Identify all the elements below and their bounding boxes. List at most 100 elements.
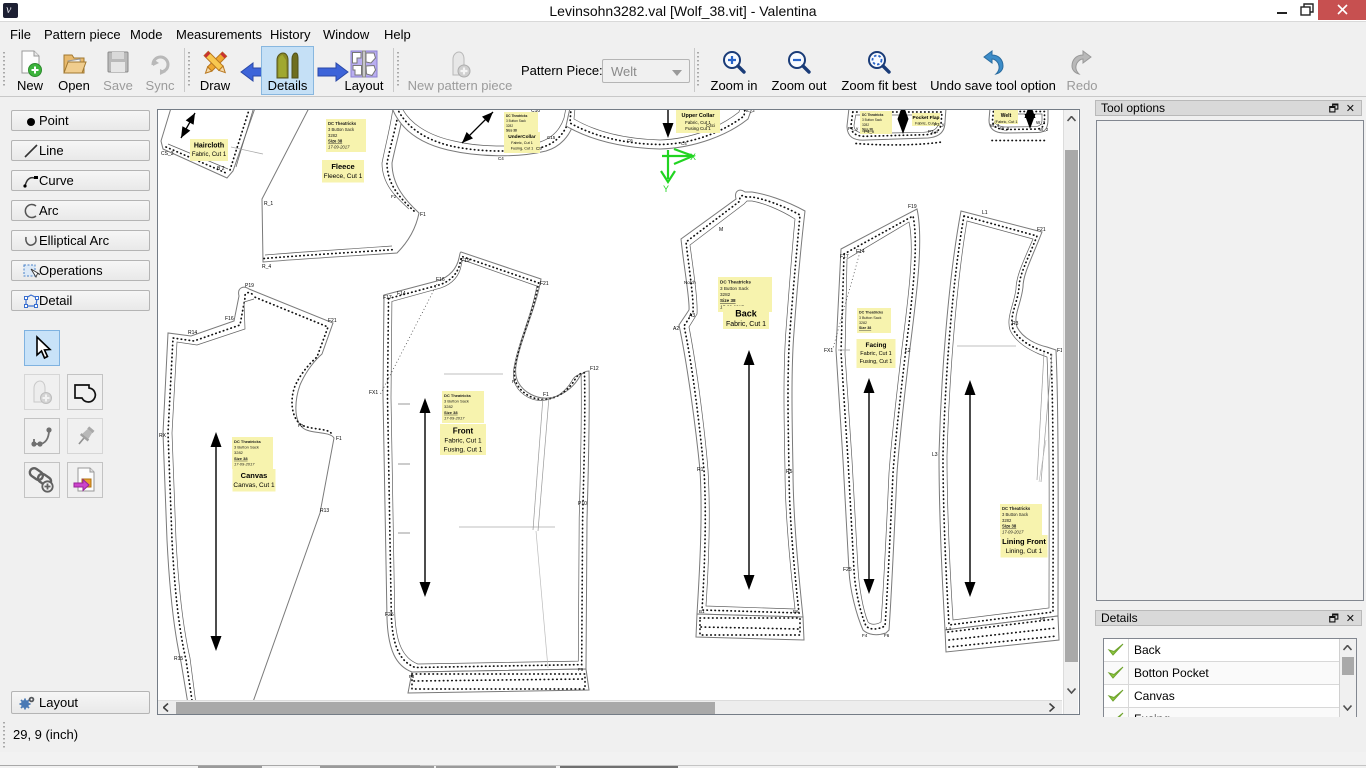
svg-text:Fabric, Cut 1: Fabric, Cut 1 <box>192 152 227 158</box>
svg-text:F21: F21 <box>1037 227 1046 233</box>
svg-text:DC Theatricks: DC Theatricks <box>720 280 751 285</box>
svg-text:M: M <box>719 227 723 233</box>
svg-text:DC Theatricks: DC Theatricks <box>506 114 528 118</box>
svg-text:17-09-2017: 17-09-2017 <box>234 461 255 466</box>
svg-text:Fabric, Cut 1: Fabric, Cut 1 <box>444 438 482 445</box>
svg-text:UnderCollar: UnderCollar <box>508 134 536 140</box>
svg-text:R_1: R_1 <box>264 201 273 207</box>
svg-text:17-09-2017: 17-09-2017 <box>444 415 465 420</box>
svg-text:F14: F14 <box>397 291 406 297</box>
svg-text:R1: R1 <box>697 467 704 473</box>
svg-text:Front: Front <box>453 427 474 436</box>
svg-text:F3: F3 <box>409 674 415 679</box>
svg-text:3 Button Sack: 3 Button Sack <box>720 286 749 291</box>
svg-text:B6: B6 <box>793 609 799 614</box>
svg-text:F4: F4 <box>862 633 868 638</box>
svg-text:F2: F2 <box>298 423 304 428</box>
svg-text:17-09-2017: 17-09-2017 <box>1002 529 1024 534</box>
svg-text:Welt: Welt <box>1001 113 1012 119</box>
svg-text:F2: F2 <box>391 194 397 199</box>
svg-text:Fusing, Cut 1: Fusing, Cut 1 <box>444 447 483 454</box>
svg-text:R15: R15 <box>174 656 183 662</box>
svg-text:F25: F25 <box>843 567 852 573</box>
svg-text:3282: 3282 <box>234 450 244 455</box>
svg-text:B 2: B 2 <box>217 166 225 172</box>
svg-text:F1: F1 <box>336 436 342 442</box>
svg-text:Size 38: Size 38 <box>328 139 343 144</box>
svg-text:F6: F6 <box>884 633 890 638</box>
svg-text:FX1: FX1 <box>369 390 378 396</box>
svg-text:DC Theatricks: DC Theatricks <box>328 121 357 126</box>
svg-text:3 Button Sack: 3 Button Sack <box>234 445 259 450</box>
svg-text:Fleece, Cut 1: Fleece, Cut 1 <box>324 173 363 180</box>
svg-text:F17: F17 <box>383 295 392 301</box>
svg-text:F19: F19 <box>461 258 470 264</box>
svg-text:W_4: W_4 <box>990 123 1000 128</box>
svg-text:Fleece: Fleece <box>331 162 354 171</box>
svg-text:3282: 3282 <box>444 404 454 409</box>
svg-text:Size 38: Size 38 <box>444 410 458 415</box>
svg-text:F16: F16 <box>225 316 234 322</box>
svg-text:F14: F14 <box>856 249 865 255</box>
svg-text:C9: C9 <box>536 146 542 151</box>
svg-text:F21: F21 <box>540 281 549 287</box>
svg-text:L2: L2 <box>905 348 911 354</box>
svg-text:Y: Y <box>663 184 669 194</box>
svg-text:3 Button Sack: 3 Button Sack <box>328 127 355 132</box>
svg-text:R13: R13 <box>320 508 329 514</box>
svg-text:3282: 3282 <box>506 124 513 128</box>
svg-text:Haircloth: Haircloth <box>194 143 224 150</box>
svg-text:3 Button Sack: 3 Button Sack <box>1002 512 1029 517</box>
svg-text:W_a: W_a <box>1000 126 1010 131</box>
svg-text:P19: P19 <box>245 283 254 289</box>
svg-text:C4: C4 <box>681 141 687 146</box>
svg-text:Size 38: Size 38 <box>859 326 871 330</box>
svg-text:3282: 3282 <box>862 123 869 127</box>
svg-text:Fabric, Cut 1: Fabric, Cut 1 <box>511 141 533 145</box>
svg-text:3282: 3282 <box>328 133 338 138</box>
svg-text:Back: Back <box>735 309 758 319</box>
svg-text:Canvas, Cut 1: Canvas, Cut 1 <box>233 482 275 489</box>
svg-text:A3: A3 <box>689 313 695 319</box>
svg-text:3282: 3282 <box>859 321 867 325</box>
svg-text:Upper Collar: Upper Collar <box>681 113 715 119</box>
svg-text:F16: F16 <box>436 277 445 283</box>
svg-text:W_2: W_2 <box>1039 127 1049 132</box>
svg-text:Fabric, Cut 1: Fabric, Cut 1 <box>860 351 891 357</box>
svg-text:F12: F12 <box>590 366 599 372</box>
svg-text:DC Theatricks: DC Theatricks <box>234 439 262 444</box>
svg-text:3 Button Sack: 3 Button Sack <box>506 119 526 123</box>
svg-text:DC Theatricks: DC Theatricks <box>1002 506 1031 511</box>
svg-text:L6: L6 <box>1040 616 1046 621</box>
svg-text:C10: C10 <box>531 110 540 114</box>
svg-text:L3: L3 <box>932 452 938 458</box>
svg-text:C4ci: C4ci <box>706 123 715 128</box>
svg-text:C6: C6 <box>627 138 633 143</box>
svg-text:F1: F1 <box>543 392 549 398</box>
svg-text:Lining, Cut 1: Lining, Cut 1 <box>1006 548 1043 555</box>
svg-text:RX: RX <box>159 433 167 439</box>
svg-text:A2: A2 <box>673 326 679 332</box>
svg-text:X: X <box>690 152 696 162</box>
svg-text:R_4: R_4 <box>262 264 271 270</box>
svg-text:F19: F19 <box>908 204 917 210</box>
svg-text:P3_x: P3_x <box>928 129 939 134</box>
svg-text:F1: F1 <box>420 212 426 218</box>
svg-text:Fusing, Cut 1: Fusing, Cut 1 <box>860 359 893 365</box>
svg-text:R3: R3 <box>1012 321 1019 327</box>
svg-text:Size 38: Size 38 <box>234 456 248 461</box>
svg-text:P10: P10 <box>578 501 587 507</box>
svg-text:Size 38: Size 38 <box>1002 524 1017 529</box>
svg-text:C4: C4 <box>498 156 504 161</box>
svg-text:L1: L1 <box>982 210 988 216</box>
svg-text:DC Theatricks: DC Theatricks <box>859 311 883 315</box>
svg-text:L4: L4 <box>946 626 952 631</box>
svg-text:Pocket Flap: Pocket Flap <box>913 115 940 121</box>
svg-text:DC Theatricks: DC Theatricks <box>444 393 472 398</box>
svg-text:Notch: Notch <box>684 280 696 285</box>
svg-text:Lining Front: Lining Front <box>1002 537 1046 546</box>
svg-text:F9: F9 <box>578 667 584 672</box>
svg-text:P3_y: P3_y <box>934 122 945 127</box>
svg-text:Size 38: Size 38 <box>720 298 736 303</box>
svg-text:R5: R5 <box>786 469 793 475</box>
